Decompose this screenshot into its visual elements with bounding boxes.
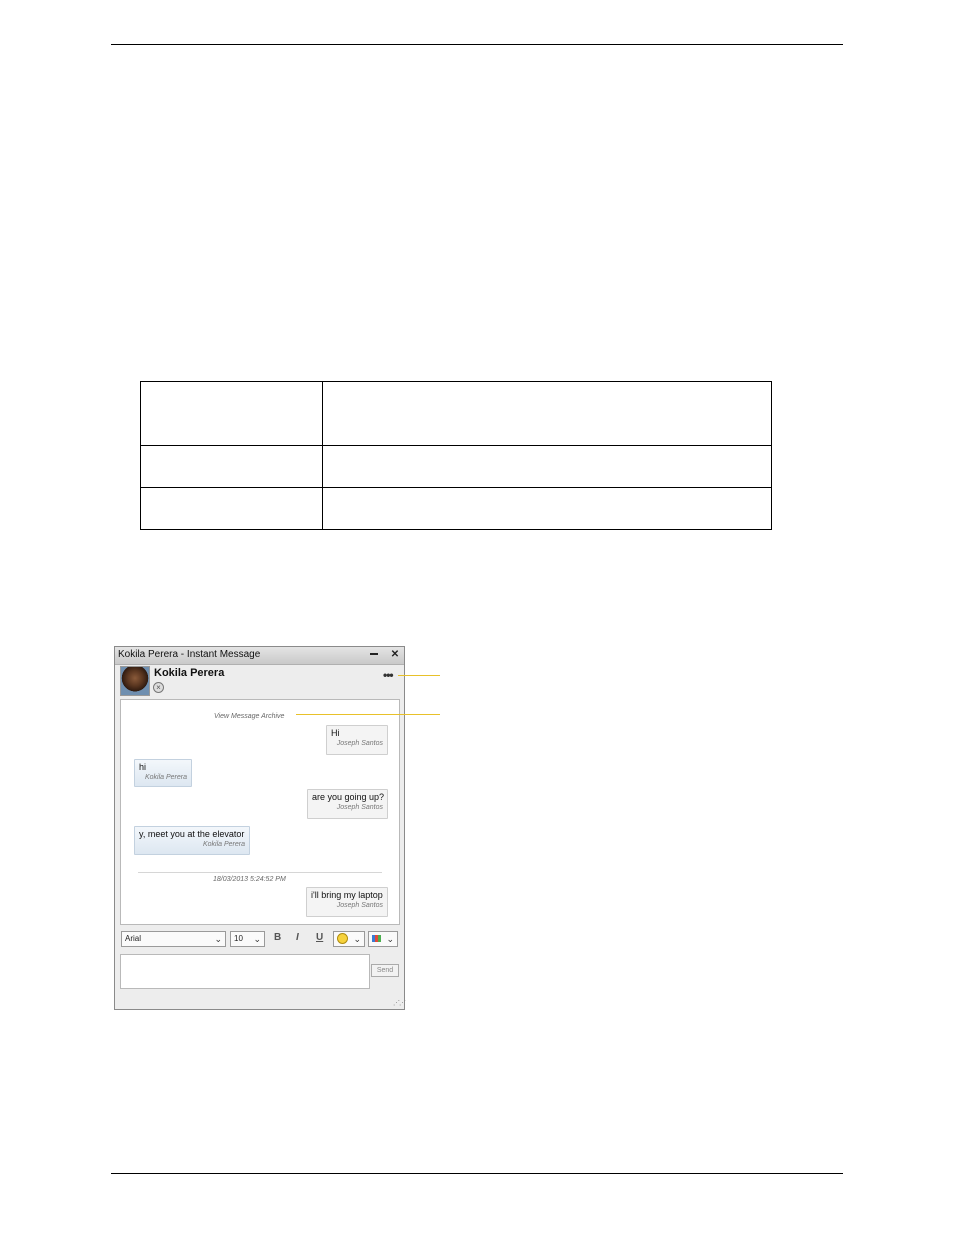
more-options-icon[interactable]: ••• — [383, 669, 394, 681]
message-text: hi — [139, 762, 147, 772]
underline-button[interactable]: U — [316, 932, 323, 943]
send-button[interactable]: Send — [371, 964, 399, 977]
table-cell — [322, 445, 772, 488]
callout-line — [296, 714, 440, 715]
color-button[interactable]: ⌄ — [368, 931, 398, 947]
chevron-down-icon: ⌄ — [353, 934, 361, 944]
table-cell — [322, 381, 772, 446]
view-message-archive-link[interactable]: View Message Archive — [214, 713, 284, 720]
message-bubble: i'll bring my laptop Joseph Santos — [306, 887, 388, 917]
format-toolbar: Arial ⌄ 10 ⌄ B I U ⌄ ⌄ — [120, 931, 400, 948]
emoticon-button[interactable]: ⌄ — [333, 931, 365, 947]
message-sender: Kokila Perera — [144, 774, 187, 781]
message-bubble: are you going up? Joseph Santos — [307, 789, 388, 819]
italic-button[interactable]: I — [296, 932, 299, 943]
message-bubble: Hi Joseph Santos — [326, 725, 388, 755]
busy-status-icon[interactable]: × — [153, 682, 164, 693]
callout-line — [398, 675, 440, 676]
color-palette-icon — [372, 935, 381, 943]
emoticon-icon — [337, 933, 348, 945]
resize-grip-icon[interactable]: ⋰⋰ — [393, 999, 406, 1007]
footer-rule — [111, 1173, 843, 1174]
chevron-down-icon: ⌄ — [253, 934, 261, 944]
divider — [138, 872, 382, 873]
chevron-down-icon: ⌄ — [214, 934, 222, 944]
font-size-value: 10 — [234, 934, 243, 943]
timestamp: 18/03/2013 5:24:52 PM — [213, 876, 286, 883]
minimize-button[interactable] — [365, 648, 383, 662]
header-rule — [111, 44, 843, 45]
title-bar[interactable]: Kokila Perera - Instant Message ✕ — [115, 647, 404, 665]
font-select[interactable]: Arial ⌄ — [121, 931, 226, 947]
close-button[interactable]: ✕ — [386, 648, 404, 662]
message-sender: Joseph Santos — [336, 902, 383, 909]
message-bubble: hi Kokila Perera — [134, 759, 192, 787]
font-size-select[interactable]: 10 ⌄ — [230, 931, 265, 947]
message-sender: Joseph Santos — [336, 740, 383, 747]
message-sender: Joseph Santos — [336, 804, 383, 811]
message-input[interactable] — [120, 954, 370, 989]
message-bubble: y, meet you at the elevator Kokila Perer… — [134, 826, 250, 855]
minimize-icon — [370, 653, 378, 656]
message-text: y, meet you at the elevator — [139, 829, 245, 839]
avatar — [120, 666, 150, 696]
contact-name: Kokila Perera — [154, 667, 225, 679]
message-text: are you going up? — [312, 792, 385, 802]
table-cell — [140, 487, 323, 530]
table-cell — [322, 487, 772, 530]
window-title: Kokila Perera - Instant Message — [118, 649, 261, 660]
chat-history[interactable]: View Message Archive Hi Joseph Santos hi… — [120, 699, 400, 925]
font-select-value: Arial — [125, 934, 142, 943]
table-cell — [140, 445, 323, 488]
message-text: i'll bring my laptop — [311, 890, 383, 900]
table-cell — [140, 381, 323, 446]
message-text: Hi — [331, 728, 340, 738]
message-sender: Kokila Perera — [202, 841, 245, 848]
bold-button[interactable]: B — [274, 932, 281, 943]
instant-message-window: Kokila Perera - Instant Message ✕ Kokila… — [114, 646, 406, 1010]
empty-table — [140, 381, 772, 530]
chevron-down-icon: ⌄ — [386, 934, 394, 944]
